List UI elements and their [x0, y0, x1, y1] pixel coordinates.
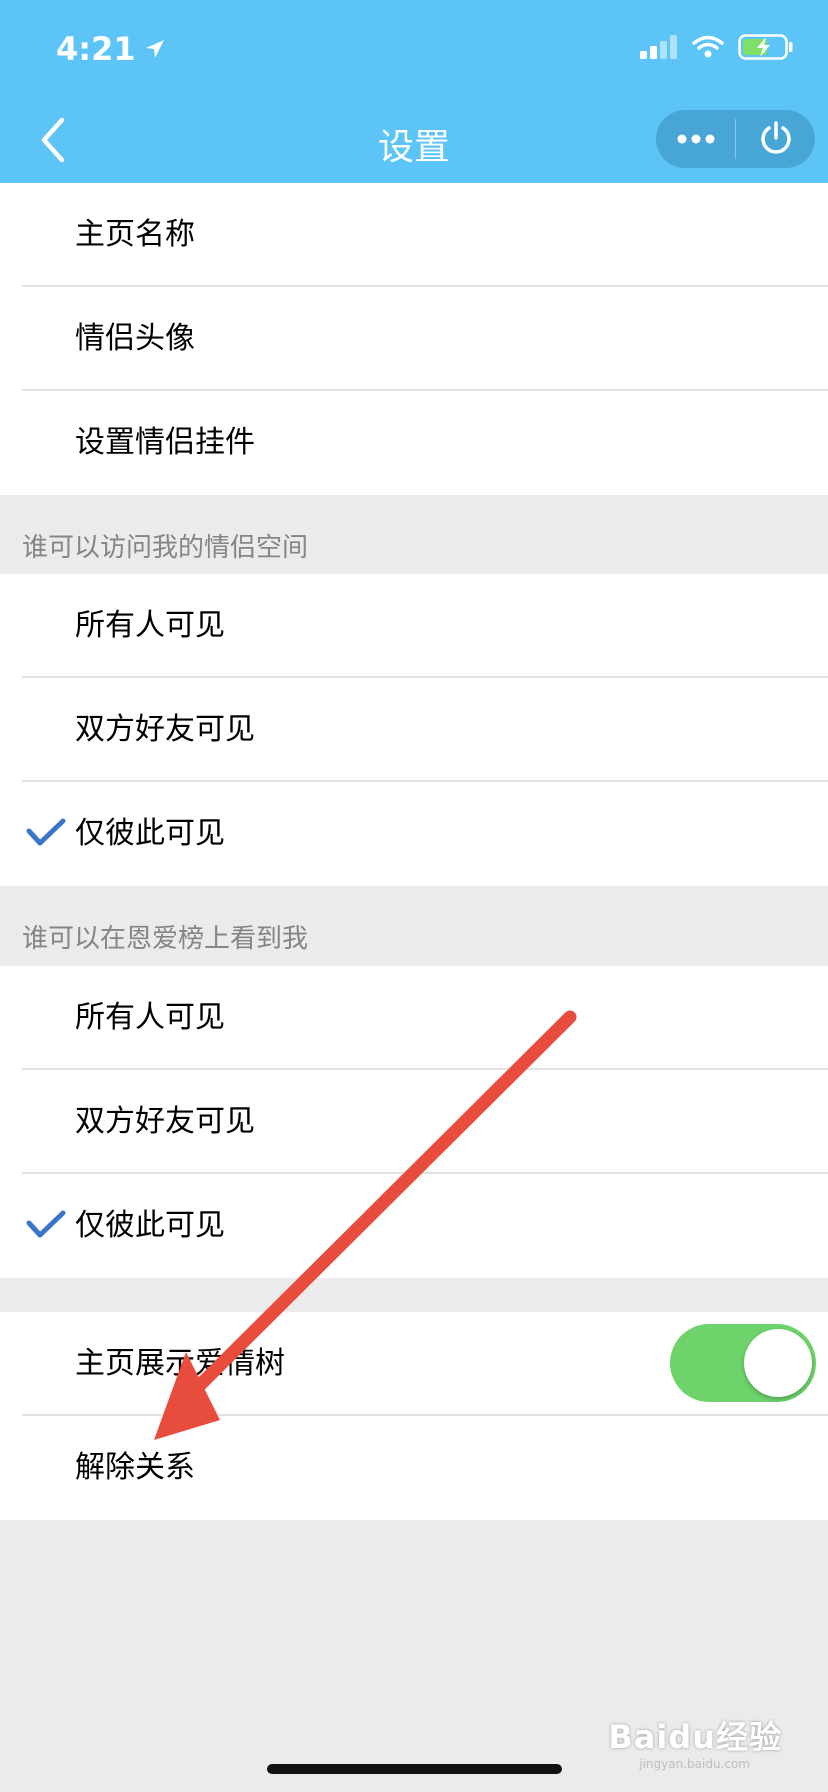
list-item-show-love-tree: 主页展示爱情树 [0, 1312, 828, 1416]
top-bar: 4:21 设置 [0, 0, 828, 183]
list-item-label: 主页名称 [75, 217, 195, 252]
list-item-label: 情侣头像 [75, 321, 195, 356]
more-dots-icon [677, 134, 714, 144]
list-item-homepage-name[interactable]: 主页名称 [0, 183, 828, 287]
list-item-label: 解除关系 [75, 1450, 195, 1485]
option-ranking-each-other[interactable]: 仅彼此可见 [0, 1174, 828, 1278]
status-bar-time: 4:21 [56, 30, 166, 68]
mini-program-capsule [656, 110, 815, 168]
battery-charging-icon [738, 34, 793, 60]
power-icon [760, 121, 791, 154]
wifi-icon [692, 35, 724, 58]
list-item-couple-widget[interactable]: 设置情侣挂件 [0, 391, 828, 495]
home-indicator[interactable] [267, 1764, 562, 1774]
watermark-url: jingyan.baidu.com [639, 1757, 750, 1771]
list-item-label: 主页展示爱情树 [75, 1346, 285, 1381]
option-ranking-mutual-friends[interactable]: 双方好友可见 [0, 1070, 828, 1174]
toggle-knob [744, 1329, 812, 1397]
visit-permission-group: 所有人可见 双方好友可见 仅彼此可见 [0, 574, 828, 886]
time-text: 4:21 [56, 30, 136, 68]
option-visit-everyone[interactable]: 所有人可见 [0, 574, 828, 678]
checkmark-icon [26, 818, 66, 846]
option-visit-mutual-friends[interactable]: 双方好友可见 [0, 678, 828, 782]
option-label: 双方好友可见 [75, 1104, 255, 1139]
option-label: 所有人可见 [75, 608, 225, 643]
option-label: 所有人可见 [75, 1000, 225, 1035]
status-icons [640, 34, 794, 60]
list-item-label: 设置情侣挂件 [75, 425, 255, 460]
option-visit-each-other[interactable]: 仅彼此可见 [0, 782, 828, 886]
close-mini-program-button[interactable] [736, 110, 815, 168]
section-header-visit: 谁可以访问我的情侣空间 [22, 533, 309, 563]
relationship-settings-group: 主页展示爱情树 解除关系 [0, 1312, 828, 1520]
option-label: 仅彼此可见 [75, 816, 225, 851]
option-label: 双方好友可见 [75, 712, 255, 747]
baidu-watermark: Baidu经验 [608, 1718, 782, 1756]
cellular-signal-icon [640, 35, 677, 59]
list-item-couple-avatar[interactable]: 情侣头像 [0, 287, 828, 391]
more-button[interactable] [656, 110, 735, 168]
option-label: 仅彼此可见 [75, 1208, 225, 1243]
section-header-ranking: 谁可以在恩爱榜上看到我 [22, 924, 309, 954]
list-item-unbind-relationship[interactable]: 解除关系 [0, 1416, 828, 1520]
show-love-tree-toggle[interactable] [670, 1324, 816, 1402]
location-arrow-icon [145, 40, 164, 58]
checkmark-icon [26, 1210, 66, 1238]
ranking-permission-group: 所有人可见 双方好友可见 仅彼此可见 [0, 966, 828, 1278]
option-ranking-everyone[interactable]: 所有人可见 [0, 966, 828, 1070]
profile-settings-group: 主页名称 情侣头像 设置情侣挂件 [0, 183, 828, 495]
